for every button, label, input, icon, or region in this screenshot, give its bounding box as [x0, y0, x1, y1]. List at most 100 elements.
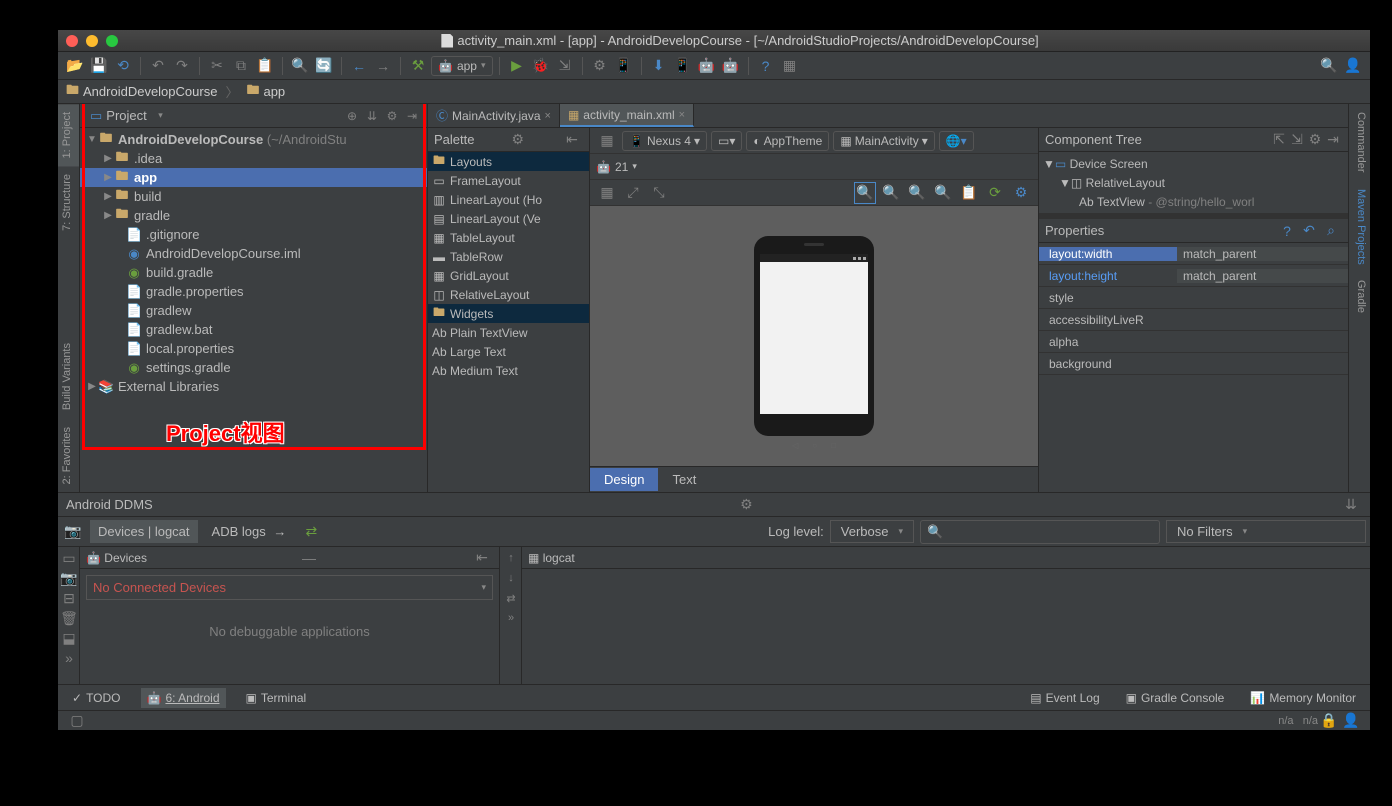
project-view-selector[interactable]: ▭ Project	[86, 106, 167, 126]
palette-toggle-icon[interactable]: ▦	[596, 182, 618, 204]
tab-eventlog[interactable]: ▤Event Log	[1024, 688, 1105, 708]
tab-terminal[interactable]: ▣Terminal	[240, 688, 313, 708]
tree-gradlew[interactable]: 📄gradlew	[80, 301, 427, 320]
tab-build-variants[interactable]: Build Variants	[58, 335, 79, 418]
zoom-fit-icon[interactable]: 🔍	[854, 182, 876, 204]
tab-maven[interactable]: Maven Projects	[1349, 181, 1370, 273]
tree-root[interactable]: ▼🖿 AndroidDevelopCourse (~/AndroidStu	[80, 130, 427, 149]
filter-selector[interactable]: No Filters	[1166, 520, 1366, 543]
avd-icon[interactable]: 📱	[613, 55, 635, 77]
back-icon[interactable]: ←	[348, 55, 370, 77]
ct-device-screen[interactable]: ▼▭ Device Screen	[1039, 154, 1348, 173]
android-icon2[interactable]: 🤖	[696, 55, 718, 77]
design-surface-icon[interactable]: ▦	[596, 130, 618, 152]
prop-layout-width[interactable]: layout:widthmatch_parent	[1039, 243, 1348, 265]
wrap-icon[interactable]: ⇄	[502, 589, 520, 607]
dump-icon[interactable]: ⬓	[60, 629, 78, 647]
close-icon[interactable]: ×	[679, 109, 685, 121]
palette-framelayout[interactable]: ▭FrameLayout	[428, 171, 589, 190]
palette-cat-layouts[interactable]: 🖿Layouts	[428, 152, 589, 171]
tree-idea[interactable]: ▶🖿.idea	[80, 149, 427, 168]
tree-buildgradle[interactable]: ◉build.gradle	[80, 263, 427, 282]
tree-app[interactable]: ▶🖿app	[80, 168, 427, 187]
sync-icon[interactable]: ⟲	[112, 55, 134, 77]
prop-background[interactable]: background	[1039, 353, 1348, 375]
prop-alpha[interactable]: alpha	[1039, 331, 1348, 353]
tab-text[interactable]: Text	[658, 468, 710, 491]
tab-mainactivity[interactable]: ⒸMainActivity.java×	[428, 104, 560, 127]
design-canvas[interactable]: ◁○□	[590, 206, 1038, 466]
loglevel-selector[interactable]: Verbose	[830, 520, 914, 543]
properties-table[interactable]: layout:widthmatch_parent layout:heightma…	[1039, 243, 1348, 492]
run-icon[interactable]: ▶	[506, 55, 528, 77]
expand-icon[interactable]: ⇱	[1270, 129, 1288, 151]
orientation-selector[interactable]: ▭▾	[711, 131, 742, 151]
tab-project[interactable]: 1: Project	[58, 104, 79, 166]
tree-iml[interactable]: ◉AndroidDevelopCourse.iml	[80, 244, 427, 263]
prop-accessibility[interactable]: accessibilityLiveR	[1039, 309, 1348, 331]
palette-plaintext[interactable]: AbPlain TextView	[428, 323, 589, 342]
up-icon[interactable]: ↑	[502, 549, 520, 567]
search-icon[interactable]: 🔍	[1318, 55, 1340, 77]
zoom-in-icon[interactable]: 🔍	[880, 182, 902, 204]
breadcrumb-root[interactable]: 🖿AndroidDevelopCourse	[66, 81, 217, 103]
redo-icon[interactable]: ↷	[171, 55, 193, 77]
prop-layout-height[interactable]: layout:heightmatch_parent	[1039, 265, 1348, 287]
palette-tablerow[interactable]: ▬TableRow	[428, 247, 589, 266]
save-icon[interactable]: 💾	[88, 55, 110, 77]
lock-icon[interactable]: 🔒	[1318, 710, 1340, 732]
cut-icon[interactable]: ✂	[206, 55, 228, 77]
collapse-icon[interactable]: ⇲	[1288, 129, 1306, 151]
filter-icon[interactable]: ⌕	[1320, 220, 1342, 242]
gear-icon[interactable]: ⚙	[1010, 182, 1032, 204]
tree-settings[interactable]: ◉settings.gradle	[80, 358, 427, 377]
tree-gradlewbat[interactable]: 📄gradlew.bat	[80, 320, 427, 339]
undo-icon[interactable]: ↶	[147, 55, 169, 77]
run-config-selector[interactable]: 🤖 app ▾	[431, 56, 493, 76]
palette-mediumtext[interactable]: AbMedium Text	[428, 361, 589, 380]
hide-icon[interactable]: ⇥	[1324, 129, 1342, 151]
device-dropdown[interactable]: No Connected Devices	[86, 575, 493, 600]
palette-linearv[interactable]: ▤LinearLayout (Ve	[428, 209, 589, 228]
stop-icon[interactable]: ⚙	[589, 55, 611, 77]
debug-icon[interactable]: 🐞	[530, 55, 552, 77]
debug-icon[interactable]: ▭	[60, 549, 78, 567]
palette-linearh[interactable]: ▥LinearLayout (Ho	[428, 190, 589, 209]
more-icon[interactable]: »	[60, 649, 78, 667]
tab-devices-logcat[interactable]: Devices | logcat	[90, 520, 198, 543]
gear-icon[interactable]: ⚙	[1306, 129, 1324, 151]
help-icon[interactable]: ?	[1276, 220, 1298, 242]
hide-icon[interactable]: ⇤	[471, 547, 493, 569]
find-icon[interactable]: 🔍	[289, 55, 311, 77]
logcat-search[interactable]: 🔍	[920, 520, 1160, 544]
locale-selector[interactable]: 🌐▾	[939, 131, 974, 151]
minimize-window-button[interactable]	[86, 35, 98, 47]
tree-gitignore[interactable]: 📄.gitignore	[80, 225, 427, 244]
palette-grid[interactable]: ▦GridLayout	[428, 266, 589, 285]
tool-window-icon[interactable]: ▢	[66, 710, 88, 732]
tab-memory-monitor[interactable]: 📊Memory Monitor	[1244, 688, 1362, 708]
forward-icon[interactable]: →	[372, 55, 394, 77]
tab-gradle[interactable]: Gradle	[1349, 272, 1370, 321]
tab-todo[interactable]: ✓TODO	[66, 688, 127, 708]
activity-selector[interactable]: ▦MainActivity▾	[833, 131, 934, 151]
make-icon[interactable]: ⚒	[407, 55, 429, 77]
tab-android[interactable]: 🤖6: Android	[141, 688, 226, 708]
component-tree[interactable]: ▼▭ Device Screen ▼◫ RelativeLayout Ab Te…	[1039, 152, 1348, 213]
inspector-icon[interactable]: 👤	[1340, 710, 1362, 732]
zoom-actual-icon[interactable]: 🔍	[906, 182, 928, 204]
user-icon[interactable]: 👤	[1342, 55, 1364, 77]
close-icon[interactable]: ×	[545, 110, 551, 122]
sdk-icon[interactable]: ⬇	[648, 55, 670, 77]
paste-icon[interactable]: 📋	[254, 55, 276, 77]
tab-commander[interactable]: Commander	[1349, 104, 1370, 181]
monitor-icon[interactable]: 🤖	[720, 55, 742, 77]
ct-relative[interactable]: ▼◫ RelativeLayout	[1039, 173, 1348, 192]
palette-largetext[interactable]: AbLarge Text	[428, 342, 589, 361]
tree-gradle[interactable]: ▶🖿gradle	[80, 206, 427, 225]
tree-localprops[interactable]: 📄local.properties	[80, 339, 427, 358]
theme-selector[interactable]: ◐AppTheme	[746, 131, 829, 151]
tab-gradle-console[interactable]: ▣Gradle Console	[1120, 688, 1231, 708]
gear-icon[interactable]: ⚙	[735, 494, 757, 516]
tree-build[interactable]: ▶🖿build	[80, 187, 427, 206]
